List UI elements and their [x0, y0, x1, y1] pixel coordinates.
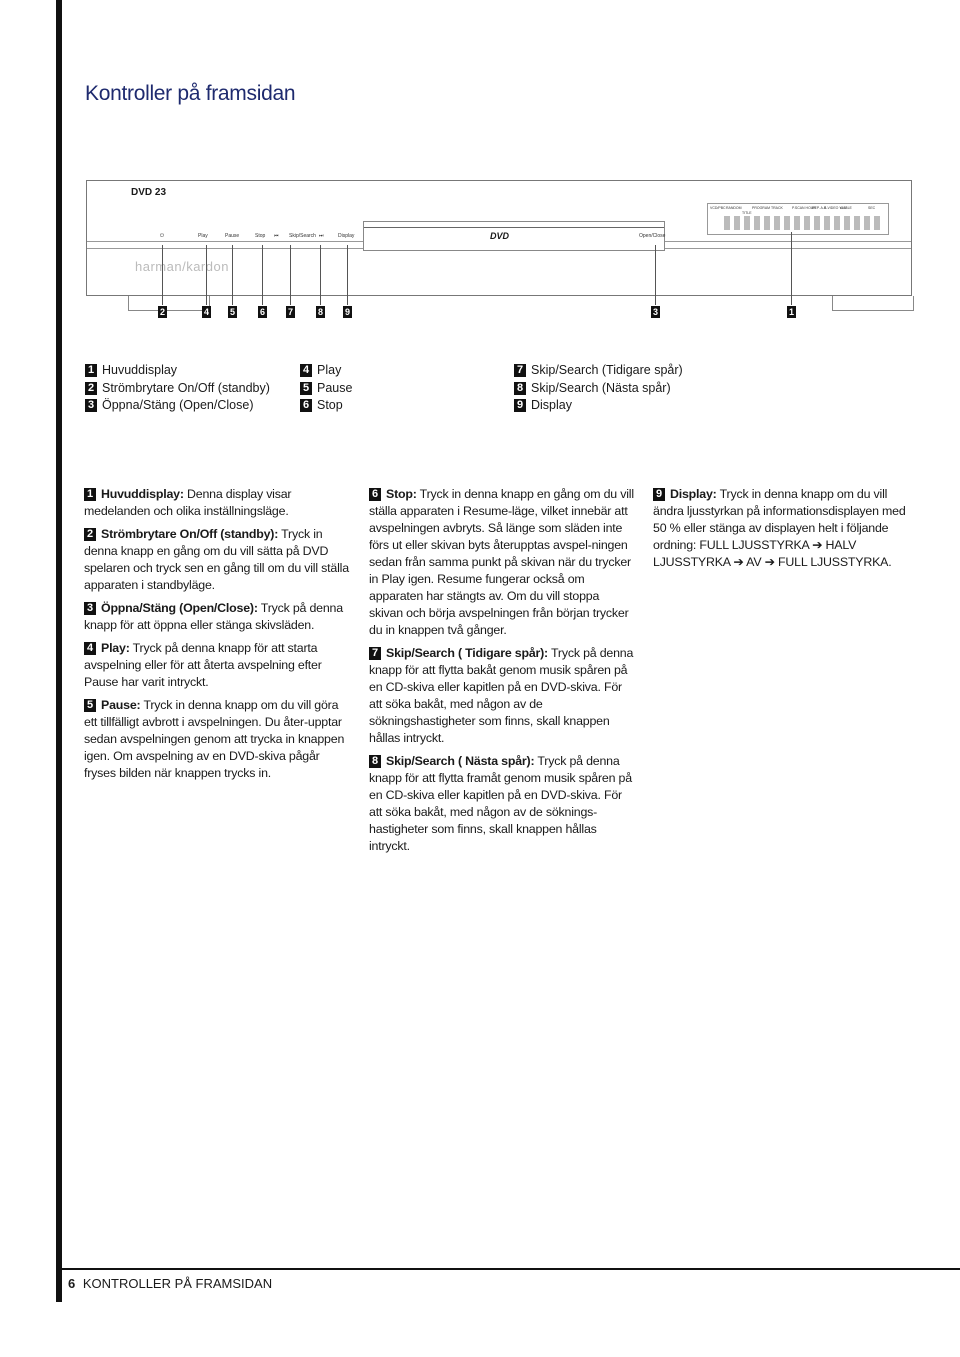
disc-tray: DVD: [363, 221, 665, 251]
model-label: DVD 23: [131, 187, 167, 198]
page-number: 6: [68, 1276, 76, 1291]
legend-column-1: 1 Huvuddisplay 2 Strömbrytare On/Off (stan…: [85, 362, 270, 415]
display-indicator: RANDOM: [726, 206, 742, 210]
footer-rule: [56, 1268, 960, 1270]
display-indicator: VCD/PBC: [710, 206, 726, 210]
device-foot-left: [128, 296, 210, 311]
description-7: 7 Skip/Search ( Tidigare spår): Tryck på …: [369, 646, 634, 745]
skip-back-icon: ⏮: [274, 233, 279, 239]
footer-section: KONTROLLER PÅ FRAMSIDAN: [82, 1276, 273, 1291]
description-2: 2 Strömbrytare On/Off (standby): Tryck in…: [84, 527, 349, 592]
legend-column-2: 4 Play 5 Pause 6 Stop: [300, 362, 352, 415]
legend-item: 1 Huvuddisplay: [85, 362, 270, 380]
open-close-label: Open/Close: [639, 233, 666, 239]
description-3: 3 Öppna/Stäng (Open/Close): Tryck på denn…: [84, 601, 343, 632]
dvd-logo: DVD: [490, 231, 510, 241]
text-column-3: 9 Display: Tryck in denna knapp om du vil…: [653, 486, 911, 577]
callout-4: 4: [202, 306, 211, 318]
legend-item: 9 Display: [514, 397, 683, 415]
legend-column-3: 7 Skip/Search (Tidigare spår) 8 Skip/Searc…: [514, 362, 683, 415]
legend-item: 4 Play: [300, 362, 352, 380]
text-column-1: 1 Huvuddisplay: Denna display visar medel…: [84, 486, 349, 788]
legend-item: 2 Strömbrytare On/Off (standby): [85, 380, 270, 398]
callout-1: 1: [787, 306, 796, 318]
brand-logo: harman/kardon: [135, 259, 229, 274]
legend-item: 8 Skip/Search (Nästa spår): [514, 380, 683, 398]
manual-page: Kontroller på framsidan DVD 23 ⏻ Play Pa…: [0, 0, 960, 1357]
description-6: 6 Stop: Tryck in denna knapp en gång om d…: [369, 487, 634, 637]
legend-item: 7 Skip/Search (Tidigare spår): [514, 362, 683, 380]
description-1: 1 Huvuddisplay: Denna display visar medel…: [84, 487, 292, 518]
main-display: VCD/PBC RANDOM TITLE PROGRAM TRACK P.SCA…: [707, 203, 889, 235]
callout-9: 9: [343, 306, 352, 318]
text-column-2: 6 Stop: Tryck in denna knapp en gång om d…: [369, 486, 634, 861]
callout-3: 3: [651, 306, 660, 318]
description-9: 9 Display: Tryck in denna knapp om du vil…: [653, 487, 906, 569]
callout-5: 5: [228, 306, 237, 318]
page-footer: 6 KONTROLLER PÅ FRAMSIDAN: [68, 1276, 272, 1291]
description-5: 5 Pause: Tryck in denna knapp om du vill …: [84, 698, 345, 780]
display-indicator: SEC: [868, 206, 876, 210]
display-indicator: ANGLE: [840, 206, 852, 210]
legend-item: 5 Pause: [300, 380, 352, 398]
skip-search-label: Skip/Search: [289, 233, 316, 239]
display-label: Display: [338, 233, 355, 239]
skip-forward-icon: ⏭: [319, 233, 324, 239]
stop-label: Stop: [255, 233, 266, 239]
description-4: 4 Play: Tryck på denna knapp för att star…: [84, 641, 322, 689]
power-icon: ⏻: [160, 233, 164, 239]
legend-item: 6 Stop: [300, 397, 352, 415]
pause-label: Pause: [225, 233, 240, 239]
callout-7: 7: [286, 306, 295, 318]
description-8: 8 Skip/Search ( Nästa spår): Tryck på den…: [369, 754, 632, 853]
callout-8: 8: [316, 306, 325, 318]
display-indicator: TITLE: [742, 211, 752, 215]
dvd-player-illustration: DVD 23 ⏻ Play Pause Stop ⏮ Skip/Search ⏭…: [86, 180, 912, 296]
callout-2: 2: [158, 306, 167, 318]
device-foot-right: [832, 296, 914, 311]
legend-item: 3 Öppna/Stäng (Open/Close): [85, 397, 270, 415]
page-title: Kontroller på framsidan: [85, 82, 296, 105]
callout-6: 6: [258, 306, 267, 318]
play-label: Play: [198, 233, 208, 239]
margin-bar: [56, 0, 62, 1302]
display-indicator: PROGRAM TRACK: [752, 206, 783, 210]
